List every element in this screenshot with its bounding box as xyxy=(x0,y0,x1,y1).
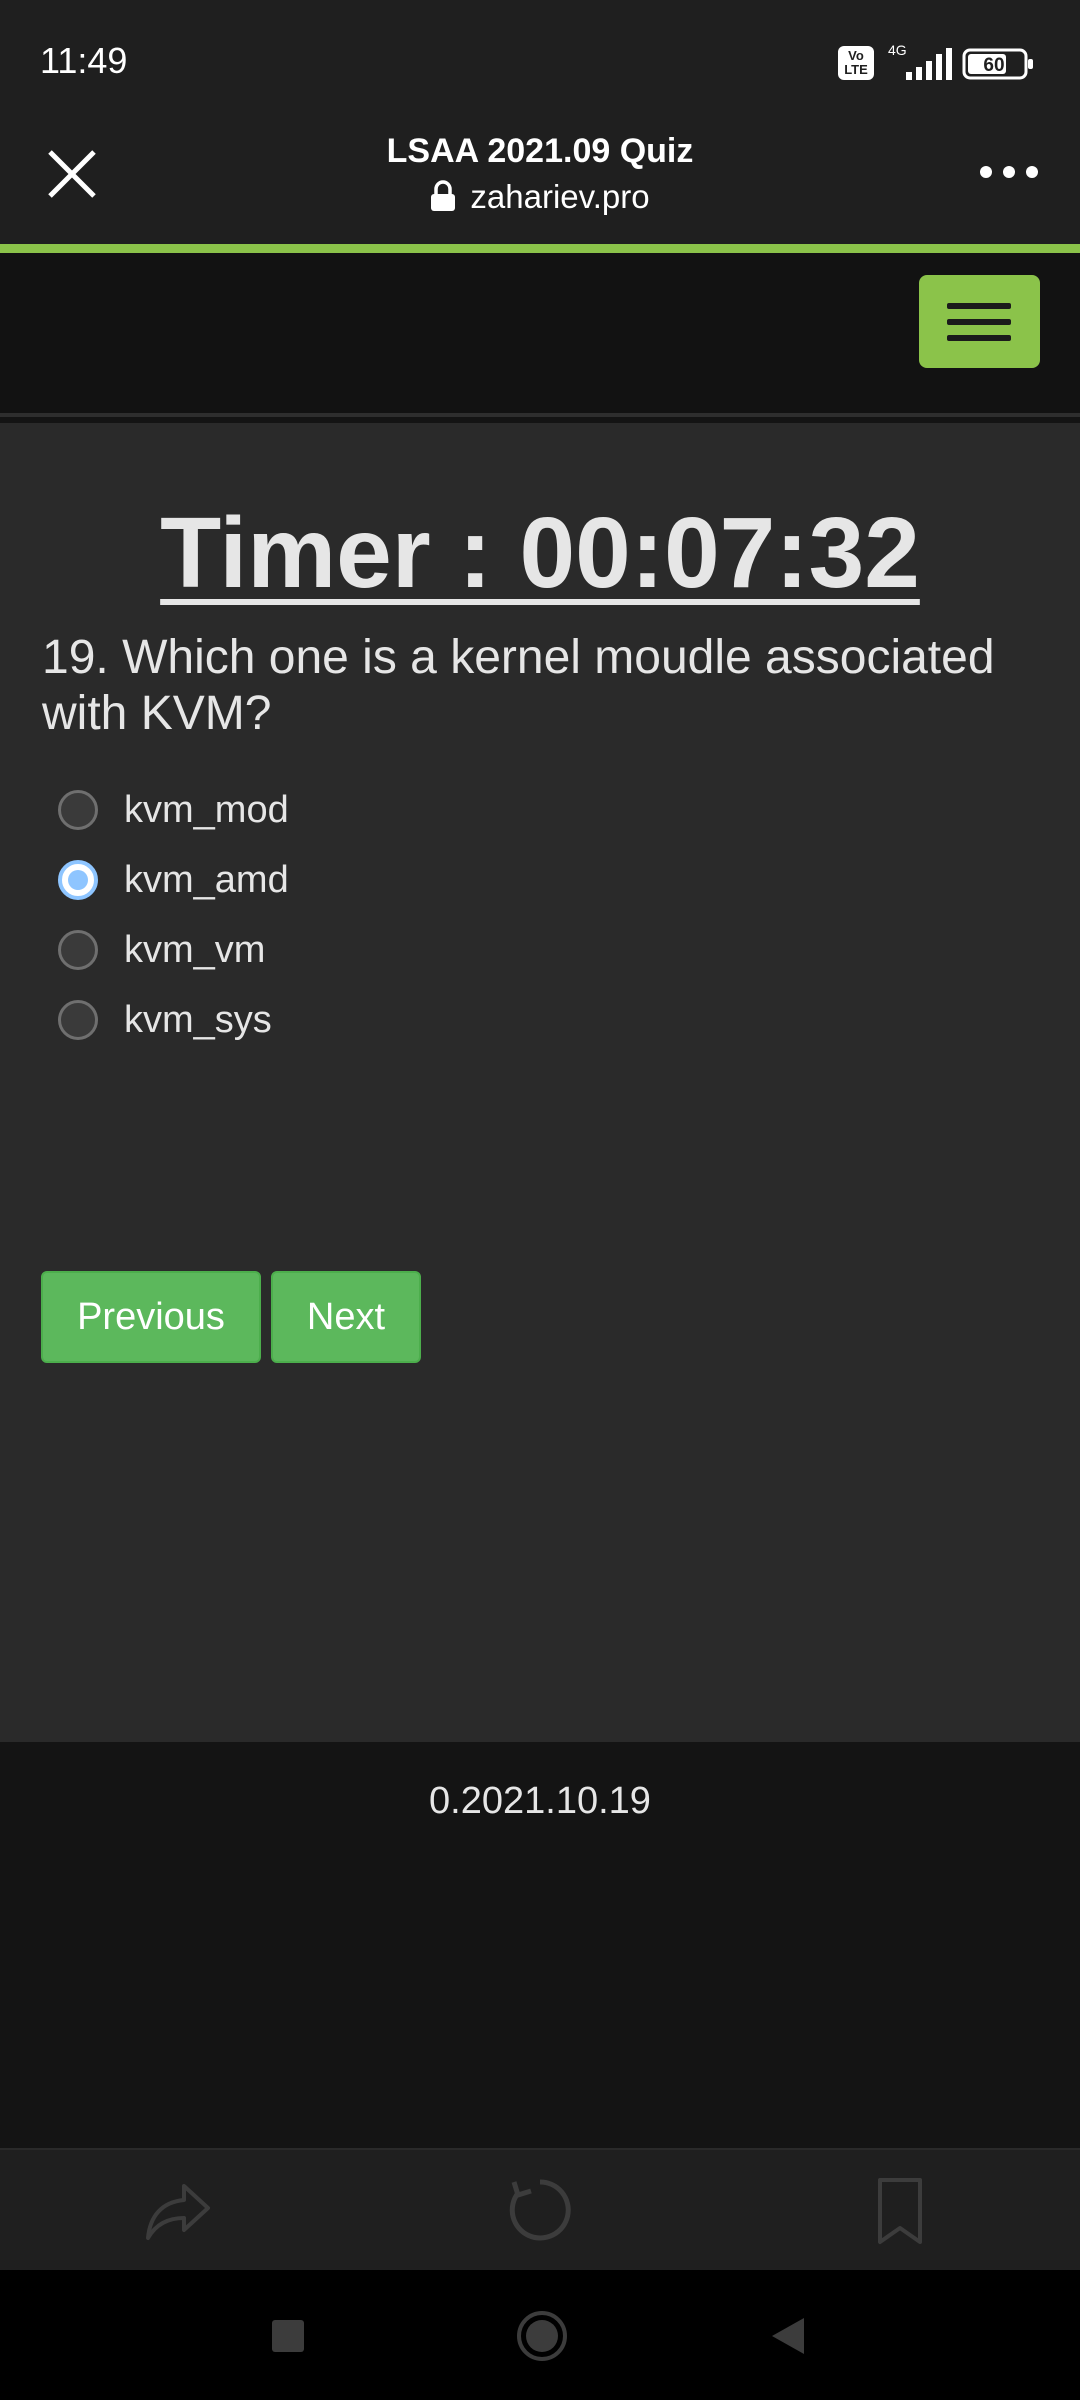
previous-button[interactable]: Previous xyxy=(41,1271,261,1363)
option-label: kvm_vm xyxy=(124,928,266,971)
volte-icon: Vo LTE xyxy=(838,46,874,80)
option-label: kvm_sys xyxy=(124,998,272,1041)
back-icon[interactable] xyxy=(770,2316,806,2356)
page-load-progress xyxy=(0,244,1080,253)
status-time: 11:49 xyxy=(40,40,128,81)
battery-icon: 60 xyxy=(962,48,1033,80)
more-options-icon[interactable] xyxy=(976,160,1042,184)
lock-icon xyxy=(431,180,456,211)
menu-toggle-button[interactable] xyxy=(919,275,1040,368)
answer-option[interactable]: kvm_vm xyxy=(58,920,265,980)
option-label: kvm_amd xyxy=(124,858,289,901)
answer-option[interactable]: kvm_sys xyxy=(58,990,272,1050)
recents-icon[interactable] xyxy=(270,2318,306,2354)
radio-button[interactable] xyxy=(58,1000,98,1040)
radio-button[interactable] xyxy=(58,930,98,970)
refresh-icon[interactable] xyxy=(506,2176,574,2244)
site-navbar xyxy=(0,253,1080,417)
url-text: zahariev.pro xyxy=(470,178,650,215)
quiz-timer: Timer : 00:07:32 xyxy=(160,497,920,609)
next-button[interactable]: Next xyxy=(271,1271,421,1363)
version-text: 0.2021.10.19 xyxy=(429,1780,651,1822)
option-label: kvm_mod xyxy=(124,788,289,831)
bookmark-icon[interactable] xyxy=(870,2176,930,2246)
battery-level: 60 xyxy=(983,55,1004,76)
page-url: zahariev.pro xyxy=(0,178,1080,216)
question-text: 19. Which one is a kernel moudle associa… xyxy=(42,631,995,740)
quiz-container xyxy=(0,423,1080,1742)
home-icon[interactable] xyxy=(516,2310,568,2362)
signal-icon xyxy=(906,48,952,80)
radio-button[interactable] xyxy=(58,790,98,830)
page-title: LSAA 2021.09 Quiz xyxy=(386,132,694,170)
answer-option[interactable]: kvm_amd xyxy=(58,850,289,910)
share-icon[interactable] xyxy=(144,2176,212,2244)
answer-option[interactable]: kvm_mod xyxy=(58,780,289,840)
radio-button-selected[interactable] xyxy=(58,860,98,900)
hamburger-icon xyxy=(947,303,1011,309)
